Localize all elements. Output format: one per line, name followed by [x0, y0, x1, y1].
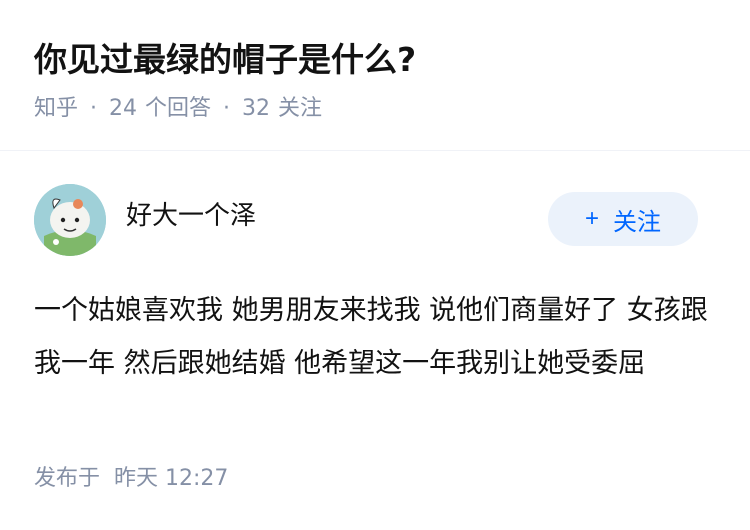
answer-count-label[interactable]: 个回答 — [145, 96, 211, 121]
meta-separator: · — [223, 96, 231, 121]
divider — [0, 150, 750, 151]
answer-content: 一个姑娘喜欢我 她男朋友来找我 说他们商量好了 女孩跟我一年 然后跟她结婚 他希… — [34, 295, 708, 379]
publish-timestamp: 昨天 12:27 — [114, 466, 229, 491]
answer-count: 24 — [109, 96, 138, 121]
meta-separator: · — [90, 96, 98, 121]
answer-page: 你见过最绿的帽子是什么? 知乎 · 24 个回答 · 32 关注 好大一个泽 + 关注 — [0, 0, 750, 530]
question-meta: 知乎 · 24 个回答 · 32 关注 — [34, 92, 322, 126]
question-title[interactable]: 你见过最绿的帽子是什么? — [34, 38, 416, 82]
source-label: 知乎 — [34, 96, 79, 121]
plus-icon: + — [584, 205, 599, 232]
author-name[interactable]: 好大一个泽 — [126, 198, 256, 234]
author-row: 好大一个泽 + 关注 — [34, 184, 698, 258]
publish-label: 发布于 — [34, 466, 101, 491]
follow-button[interactable]: + 关注 — [548, 192, 698, 246]
question-header: 你见过最绿的帽子是什么? 知乎 · 24 个回答 · 32 关注 — [34, 0, 730, 150]
follower-count: 32 — [242, 96, 271, 121]
follower-count-label[interactable]: 关注 — [278, 96, 322, 121]
avatar[interactable] — [34, 184, 106, 256]
avatar-image — [34, 184, 106, 256]
publish-time: 发布于 昨天 12:27 — [34, 462, 228, 496]
follow-button-label: 关注 — [613, 208, 661, 236]
